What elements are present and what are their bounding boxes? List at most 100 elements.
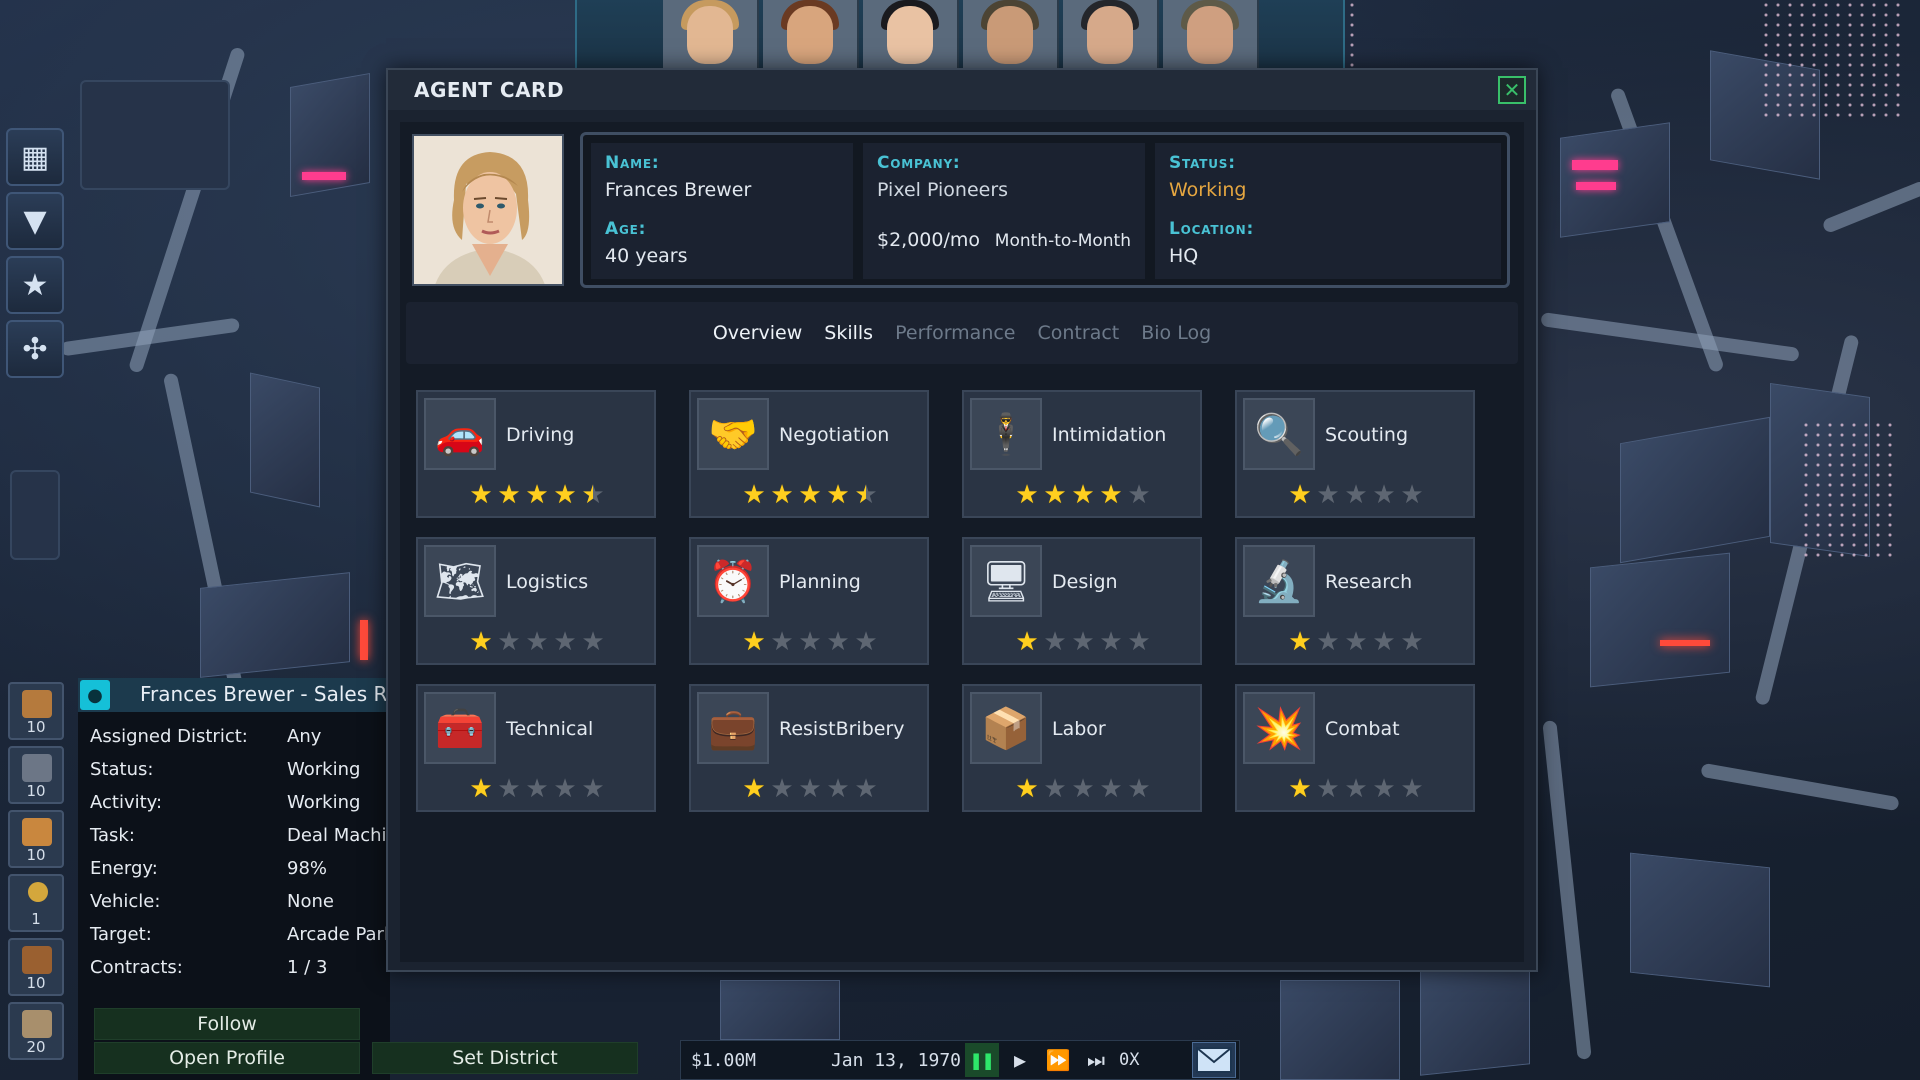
open-profile-button[interactable]: Open Profile bbox=[94, 1042, 360, 1074]
crate-icon bbox=[22, 690, 52, 718]
skill-card-research[interactable]: 🔬 Research ★ ★ ★ ★ ★ bbox=[1235, 537, 1475, 665]
agent-portrait-thumb[interactable] bbox=[763, 0, 859, 68]
package-icon bbox=[22, 818, 52, 846]
star-filled-icon: ★ bbox=[770, 480, 794, 510]
tab-performance[interactable]: Performance bbox=[895, 322, 1015, 344]
skill-card-driving[interactable]: 🚗 Driving ★ ★ ★ ★ ★ bbox=[416, 390, 656, 518]
star-filled-icon: ★ bbox=[1015, 480, 1039, 510]
star-filled-icon: ★ bbox=[497, 480, 521, 510]
skill-card-labor[interactable]: 📦 Labor ★ ★ ★ ★ ★ bbox=[962, 684, 1202, 812]
mail-button[interactable] bbox=[1192, 1042, 1236, 1078]
resource-joystick[interactable]: 1 bbox=[8, 874, 64, 932]
staff-button[interactable]: ▼ bbox=[6, 192, 64, 250]
network-button[interactable]: ✣ bbox=[6, 320, 64, 378]
status-column: Status: Working Location: HQ bbox=[1155, 143, 1501, 279]
star-empty-icon: ★ bbox=[581, 627, 605, 657]
device-icon bbox=[22, 754, 52, 782]
row-key: Activity: bbox=[90, 792, 163, 813]
row-value: Working bbox=[287, 759, 361, 780]
star-empty-icon: ★ bbox=[581, 774, 605, 804]
pause-icon: ❚❚ bbox=[969, 1048, 995, 1072]
tab-bio-log[interactable]: Bio Log bbox=[1141, 322, 1211, 344]
skill-rating: ★ ★ ★ ★ ★ bbox=[1014, 482, 1154, 508]
set-district-button[interactable]: Set District bbox=[372, 1042, 638, 1074]
row-key: Task: bbox=[90, 825, 135, 846]
star-empty-icon: ★ bbox=[854, 774, 878, 804]
fast-forward-button[interactable]: ⏩ bbox=[1041, 1043, 1075, 1077]
star-empty-icon: ★ bbox=[798, 627, 822, 657]
skill-card-negotiation[interactable]: 🤝 Negotiation ★ ★ ★ ★ ★ bbox=[689, 390, 929, 518]
row-value: 98% bbox=[287, 858, 328, 879]
age-label: Age: bbox=[605, 219, 647, 239]
star-empty-icon: ★ bbox=[1071, 627, 1095, 657]
clock-icon: ⏰ bbox=[697, 545, 769, 617]
star-empty-icon: ★ bbox=[1344, 480, 1368, 510]
star-filled-icon: ★ bbox=[553, 480, 577, 510]
star-filled-icon: ★ bbox=[1015, 774, 1039, 804]
star-filled-icon: ★ bbox=[1043, 480, 1067, 510]
star-empty-icon: ★ bbox=[1127, 774, 1151, 804]
skill-card-logistics[interactable]: 🗺 Logistics ★ ★ ★ ★ ★ bbox=[416, 537, 656, 665]
cargo-icon bbox=[22, 946, 52, 974]
steering-wheel-icon: 🚗 bbox=[424, 398, 496, 470]
skill-card-intimidation[interactable]: 🕴 Intimidation ★ ★ ★ ★ ★ bbox=[962, 390, 1202, 518]
star-filled-icon: ★ bbox=[742, 480, 766, 510]
date-display: Jan 13, 1970 bbox=[830, 1049, 961, 1071]
agent-portrait-thumb[interactable] bbox=[663, 0, 759, 68]
star-empty-icon: ★ bbox=[826, 627, 850, 657]
star-filled-icon: ★ bbox=[798, 480, 822, 510]
skill-card-planning[interactable]: ⏰ Planning ★ ★ ★ ★ ★ bbox=[689, 537, 929, 665]
skill-name: Technical bbox=[506, 718, 594, 740]
skill-card-scouting[interactable]: 🔍 Scouting ★ ★ ★ ★ ★ bbox=[1235, 390, 1475, 518]
play-button[interactable]: ▶ bbox=[1003, 1043, 1037, 1077]
row-key: Assigned District: bbox=[90, 726, 248, 747]
resource-cargo[interactable]: 10 bbox=[8, 938, 64, 996]
skill-name: Design bbox=[1052, 571, 1118, 593]
pause-button[interactable]: ❚❚ bbox=[965, 1043, 999, 1077]
skill-rating: ★ ★ ★ ★ ★ bbox=[468, 482, 608, 508]
skill-card-resistbribery[interactable]: 💼 ResistBribery ★ ★ ★ ★ ★ bbox=[689, 684, 929, 812]
resource-crate[interactable]: 10 bbox=[8, 682, 64, 740]
agent-salary: $2,000/mo bbox=[877, 229, 981, 251]
skill-card-technical[interactable]: 🧰 Technical ★ ★ ★ ★ ★ bbox=[416, 684, 656, 812]
money-display: $1.00M bbox=[691, 1049, 757, 1071]
resource-count: 1 bbox=[31, 910, 41, 928]
skill-card-design[interactable]: 🖥 Design ★ ★ ★ ★ ★ bbox=[962, 537, 1202, 665]
star-filled-icon: ★ bbox=[826, 480, 850, 510]
info-row-target: Target: Arcade Parl bbox=[90, 924, 387, 957]
info-row-status: Status: Working bbox=[90, 759, 387, 792]
agent-portrait-thumb[interactable] bbox=[963, 0, 1059, 68]
resource-device[interactable]: 10 bbox=[8, 746, 64, 804]
agent-portrait-thumb[interactable] bbox=[1063, 0, 1159, 68]
star-filled-icon: ★ bbox=[1099, 480, 1123, 510]
row-value: Any bbox=[287, 726, 322, 747]
magnifier-icon: 🔍 bbox=[1243, 398, 1315, 470]
star-filled-icon: ★ bbox=[469, 480, 493, 510]
close-button[interactable]: ✕ bbox=[1498, 76, 1526, 104]
status-label: Status: bbox=[1169, 153, 1236, 173]
info-row-energy: Energy: 98% bbox=[90, 858, 387, 891]
tab-skills[interactable]: Skills bbox=[824, 322, 873, 344]
star-empty-icon: ★ bbox=[497, 774, 521, 804]
mail-icon bbox=[1196, 1047, 1232, 1073]
tab-contract[interactable]: Contract bbox=[1038, 322, 1120, 344]
star-filled-icon: ★ bbox=[1288, 627, 1312, 657]
resource-package[interactable]: 10 bbox=[8, 810, 64, 868]
skill-rating: ★ ★ ★ ★ ★ bbox=[468, 629, 608, 655]
tab-overview[interactable]: Overview bbox=[713, 322, 802, 344]
star-half-icon: ★ bbox=[854, 480, 878, 510]
fastest-button[interactable]: ⏭ bbox=[1079, 1043, 1113, 1077]
ranking-button[interactable]: ★ bbox=[6, 256, 64, 314]
row-key: Status: bbox=[90, 759, 154, 780]
star-empty-icon: ★ bbox=[1400, 627, 1424, 657]
skill-card-combat[interactable]: 💥 Combat ★ ★ ★ ★ ★ bbox=[1235, 684, 1475, 812]
agent-portrait-thumb[interactable] bbox=[863, 0, 959, 68]
resource-box[interactable]: 20 bbox=[8, 1002, 64, 1060]
skill-name: ResistBribery bbox=[779, 718, 905, 740]
buildings-button[interactable]: ▦ bbox=[6, 128, 64, 186]
agent-info-panel: ● Frances Brewer - Sales R Assigned Dist… bbox=[78, 678, 390, 1080]
agent-portrait-thumb[interactable] bbox=[1163, 0, 1259, 68]
follow-button[interactable]: Follow bbox=[94, 1008, 360, 1040]
identity-column: Name: Frances Brewer Age: 40 years bbox=[591, 143, 853, 279]
star-empty-icon: ★ bbox=[1127, 627, 1151, 657]
